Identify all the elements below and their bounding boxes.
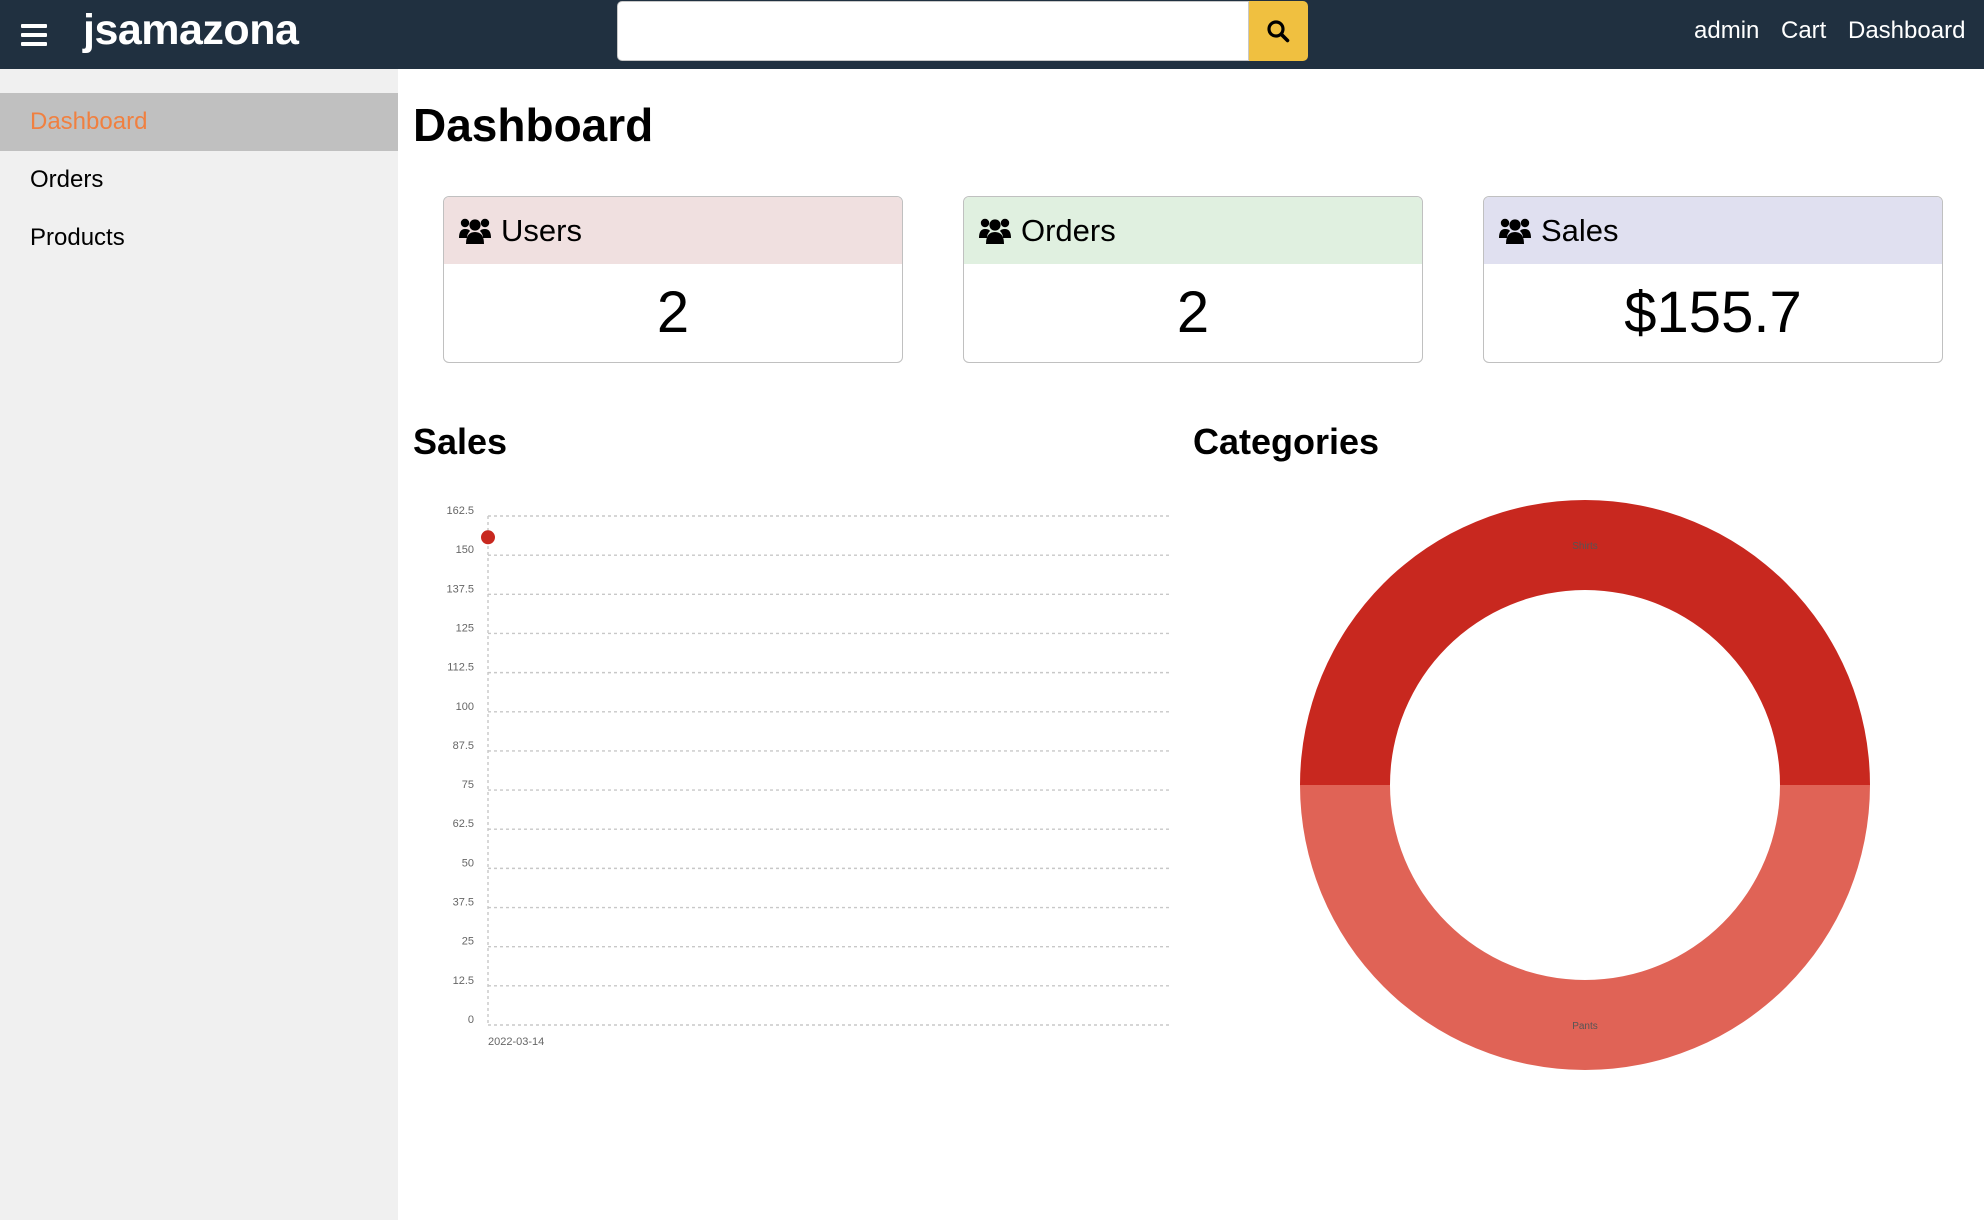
sales-data-point — [481, 530, 495, 545]
y-tick-label: 37.5 — [453, 897, 474, 909]
y-tick-label: 75 — [462, 779, 474, 791]
categories-section-title: Categories — [1193, 421, 1380, 462]
y-tick-label: 100 — [456, 701, 474, 713]
y-tick-label: 162.5 — [446, 505, 474, 517]
card-label: Sales — [1541, 213, 1619, 248]
y-tick-label: 62.5 — [453, 818, 474, 830]
sales-summary-card: Sales $155.7 — [1483, 196, 1943, 363]
y-tick-label: 25 — [462, 936, 474, 948]
card-value: $155.7 — [1624, 280, 1802, 345]
users-icon — [459, 218, 491, 244]
search-button[interactable] — [1249, 1, 1308, 61]
search-form — [617, 1, 1308, 61]
sidebar-item-dashboard[interactable]: Dashboard — [0, 93, 398, 151]
hamburger-menu-icon[interactable] — [18, 20, 52, 50]
slice-label: Pants — [1572, 1021, 1598, 1032]
nav-admin-link[interactable]: admin — [1694, 17, 1759, 45]
users-icon — [1499, 218, 1531, 244]
card-label: Users — [501, 213, 582, 248]
brand-logo[interactable]: jsamazona — [83, 6, 299, 55]
x-tick-label: 2022-03-14 — [488, 1036, 544, 1048]
sidebar: Dashboard Orders Products — [0, 69, 398, 1220]
users-summary-card: Users 2 — [443, 196, 903, 363]
y-tick-label: 87.5 — [453, 740, 474, 752]
card-header: Sales — [1484, 197, 1942, 264]
y-tick-label: 150 — [456, 544, 474, 556]
sales-line-chart: 0 12.5 25 37.5 50 62.5 75 87.5 100 112.5 125 137.5 1… — [446, 505, 1170, 1048]
nav-dashboard-link[interactable]: Dashboard — [1848, 17, 1965, 45]
page-title: Dashboard — [413, 99, 654, 151]
card-value: 2 — [656, 280, 690, 345]
top-navbar: jsamazona admin Cart Dashboard — [0, 0, 1984, 69]
users-icon — [979, 218, 1011, 244]
sidebar-item-products[interactable]: Products — [0, 209, 398, 267]
y-tick-label: 50 — [462, 857, 474, 869]
card-label: Orders — [1021, 213, 1116, 248]
slice-label: Shirts — [1572, 541, 1598, 552]
y-tick-label: 12.5 — [453, 975, 474, 987]
card-value: 2 — [1176, 280, 1210, 345]
nav-cart-link[interactable]: Cart — [1781, 17, 1826, 45]
orders-summary-card: Orders 2 — [963, 196, 1423, 363]
y-tick-label: 112.5 — [447, 662, 474, 674]
y-tick-label: 125 — [456, 622, 474, 634]
sidebar-item-orders[interactable]: Orders — [0, 151, 398, 209]
search-input[interactable] — [617, 1, 1249, 61]
y-tick-label: 137.5 — [446, 583, 474, 595]
y-tick-label: 0 — [468, 1014, 474, 1026]
sales-section-title: Sales — [413, 421, 508, 462]
card-header: Orders — [964, 197, 1422, 264]
categories-donut-chart: Shirts Pants — [1300, 500, 1870, 1070]
magnifier-icon — [1267, 20, 1290, 43]
card-header: Users — [444, 197, 902, 264]
